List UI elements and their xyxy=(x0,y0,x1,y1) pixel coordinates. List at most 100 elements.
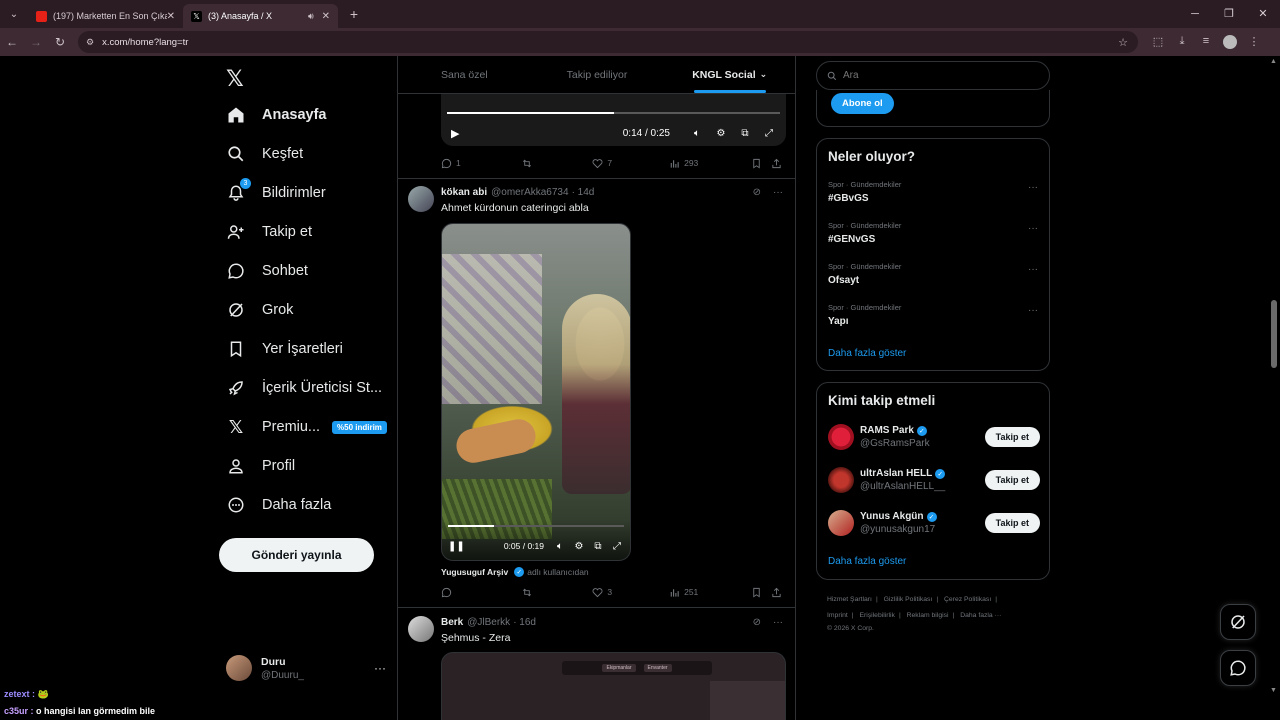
more-icon[interactable]: ··· xyxy=(773,617,783,628)
sidebar-item-more[interactable]: Daha fazla xyxy=(226,486,331,524)
avatar[interactable] xyxy=(408,616,434,642)
profile-avatar[interactable] xyxy=(1223,35,1237,49)
browser-tab-x[interactable]: 𝕏 (3) Anasayfa / X 🔊︎ ✕ xyxy=(183,4,338,28)
pause-icon[interactable]: ❚❚ xyxy=(448,541,465,552)
play-icon[interactable]: ▶ xyxy=(451,127,459,140)
extensions-icon[interactable]: ⬚ xyxy=(1146,35,1170,49)
sidebar-item-follow[interactable]: Takip et xyxy=(226,213,312,251)
footer-link[interactable]: Reklam bilgisi xyxy=(907,612,949,619)
account-switcher[interactable]: Duru @Duuru_ ··· xyxy=(226,648,386,688)
new-tab-button[interactable]: + xyxy=(342,6,366,22)
address-bar[interactable]: ⚙︎ x.com/home?lang=tr ☆ xyxy=(78,31,1138,53)
author-name[interactable]: Berk xyxy=(441,617,463,628)
close-icon[interactable]: ✕ xyxy=(322,11,330,22)
back-icon[interactable]: ← xyxy=(0,35,24,49)
scroll-down-icon[interactable]: ▼ xyxy=(1270,687,1277,694)
more-icon[interactable]: ··· xyxy=(1028,223,1038,234)
sidebar-item-profile[interactable]: Profil xyxy=(226,447,295,485)
forward-icon[interactable]: → xyxy=(24,35,48,49)
volume-icon[interactable]: 🔈︎ xyxy=(553,541,567,552)
sidebar-item-explore[interactable]: Keşfet xyxy=(226,135,303,173)
search-box[interactable] xyxy=(816,61,1050,90)
more-icon[interactable]: ··· xyxy=(374,661,386,675)
footer-link[interactable]: Çerez Politikası xyxy=(944,596,991,603)
footer-link[interactable]: Erişilebilirlik xyxy=(859,612,895,619)
pip-icon[interactable]: ⧉ xyxy=(738,128,752,139)
video-player[interactable]: Ekipmanlar Envanter xyxy=(441,652,786,720)
like-button[interactable]: 7 xyxy=(592,158,669,169)
follow-button[interactable]: Takip et xyxy=(984,513,1040,533)
scroll-up-icon[interactable]: ▲ xyxy=(1270,58,1277,65)
video-progress-bar[interactable] xyxy=(448,525,624,527)
video-player[interactable]: ▶ 0:14 / 0:25 🔈︎ ⚙︎ ⧉ ⤢ xyxy=(441,94,786,146)
sidebar-item-chat[interactable]: Sohbet xyxy=(226,252,308,290)
volume-icon[interactable]: 🔈︎ xyxy=(690,128,704,139)
retweet-button[interactable] xyxy=(521,158,593,169)
author-handle[interactable]: @JlBerkk xyxy=(467,617,510,628)
trend-item[interactable]: Spor · Gündemdekiler Yapı ··· xyxy=(828,303,1038,327)
views-button[interactable]: 293 xyxy=(669,158,751,169)
retweet-button[interactable] xyxy=(521,587,593,598)
follow-suggestion[interactable]: Yunus Akgün ✓ @yunusakgun17 Takip et xyxy=(828,508,1040,538)
fullscreen-icon[interactable]: ⤢ xyxy=(610,541,624,552)
trend-item[interactable]: Spor · Gündemdekiler Ofsayt ··· xyxy=(828,262,1038,286)
follow-button[interactable]: Takip et xyxy=(984,427,1040,447)
avatar[interactable] xyxy=(408,186,434,212)
site-info-icon[interactable]: ⚙︎ xyxy=(86,37,94,48)
video-attribution[interactable]: Yugusuguf Arşiv ✓ adlı kullanıcıdan xyxy=(441,567,589,577)
tab-following[interactable]: Takip ediliyor xyxy=(531,56,664,93)
speaker-icon[interactable]: 🔊︎ xyxy=(308,11,314,22)
trend-item[interactable]: Spor · Gündemdekiler #GENvGS ··· xyxy=(828,221,1038,245)
download-icon[interactable]: ⤓ xyxy=(1170,35,1194,49)
share-button[interactable] xyxy=(771,158,786,169)
views-button[interactable]: 251 xyxy=(669,587,751,598)
reply-button[interactable] xyxy=(441,587,521,598)
scrollbar-thumb[interactable] xyxy=(1271,300,1277,368)
browser-tab-youtube[interactable]: (197) Marketten En Son Çıkan 2 ✕ xyxy=(28,4,183,28)
media-icon[interactable]: ≡ xyxy=(1194,35,1218,49)
pip-icon[interactable]: ⧉ xyxy=(591,541,605,552)
tab-for-you[interactable]: Sana özel xyxy=(398,56,531,93)
follow-suggestion[interactable]: ultrAslan HELL ✓ @ultrAslanHELL__ Takip e… xyxy=(828,465,1040,495)
show-more-link[interactable]: Daha fazla göster xyxy=(828,556,906,567)
grok-icon[interactable]: ⊘ xyxy=(753,617,761,628)
reload-icon[interactable]: ↻ xyxy=(48,35,72,49)
bookmark-button[interactable] xyxy=(751,158,771,169)
search-input[interactable] xyxy=(843,70,1033,81)
video-player[interactable]: ❚❚ 0:05 / 0:19 🔈︎ ⚙︎ ⧉ ⤢ xyxy=(441,223,631,561)
sidebar-item-home[interactable]: Anasayfa xyxy=(226,96,326,134)
sidebar-item-notifications[interactable]: 3 Bildirimler xyxy=(226,174,326,212)
footer-link[interactable]: Daha fazla ··· xyxy=(960,612,1001,619)
close-window-icon[interactable]: ✕ xyxy=(1246,0,1280,28)
settings-icon[interactable]: ⚙︎ xyxy=(572,541,586,552)
bookmark-button[interactable] xyxy=(751,587,771,598)
close-icon[interactable]: ✕ xyxy=(167,11,175,22)
page-scrollbar[interactable]: ▲ ▼ xyxy=(1268,56,1280,696)
reply-button[interactable]: 1 xyxy=(441,158,521,169)
menu-icon[interactable]: ⋮ xyxy=(1242,35,1266,49)
like-button[interactable]: 3 xyxy=(592,587,669,598)
fullscreen-icon[interactable]: ⤢ xyxy=(762,128,776,139)
minimize-icon[interactable]: ─ xyxy=(1178,0,1212,28)
trend-item[interactable]: Spor · Gündemdekiler #GBvGS ··· xyxy=(828,180,1038,204)
tab-kngl-social[interactable]: KNGL Social ⌄ xyxy=(663,56,795,93)
author-name[interactable]: kökan abi xyxy=(441,187,487,198)
share-button[interactable] xyxy=(771,587,786,598)
settings-icon[interactable]: ⚙︎ xyxy=(714,128,728,139)
sidebar-item-grok[interactable]: Grok xyxy=(226,291,293,329)
footer-link[interactable]: Gizlilik Politikası xyxy=(884,596,933,603)
more-icon[interactable]: ··· xyxy=(773,187,783,198)
author-handle[interactable]: @omerAkka6734 xyxy=(491,187,568,198)
follow-button[interactable]: Takip et xyxy=(984,470,1040,490)
footer-link[interactable]: Imprint xyxy=(827,612,848,619)
sidebar-item-premium[interactable]: 𝕏 Premiu... %50 indirim xyxy=(226,408,387,446)
messages-float-button[interactable] xyxy=(1220,650,1256,686)
subscribe-button[interactable]: Abone ol xyxy=(831,93,894,114)
tab-search-icon[interactable]: ⌄ xyxy=(0,0,28,28)
more-icon[interactable]: ··· xyxy=(1028,305,1038,316)
more-icon[interactable]: ··· xyxy=(1028,264,1038,275)
video-progress-bar[interactable] xyxy=(447,112,780,114)
x-logo-icon[interactable]: 𝕏 xyxy=(226,66,244,92)
grok-float-button[interactable] xyxy=(1220,604,1256,640)
sidebar-item-creator-studio[interactable]: İçerik Üreticisi St... xyxy=(226,369,382,407)
